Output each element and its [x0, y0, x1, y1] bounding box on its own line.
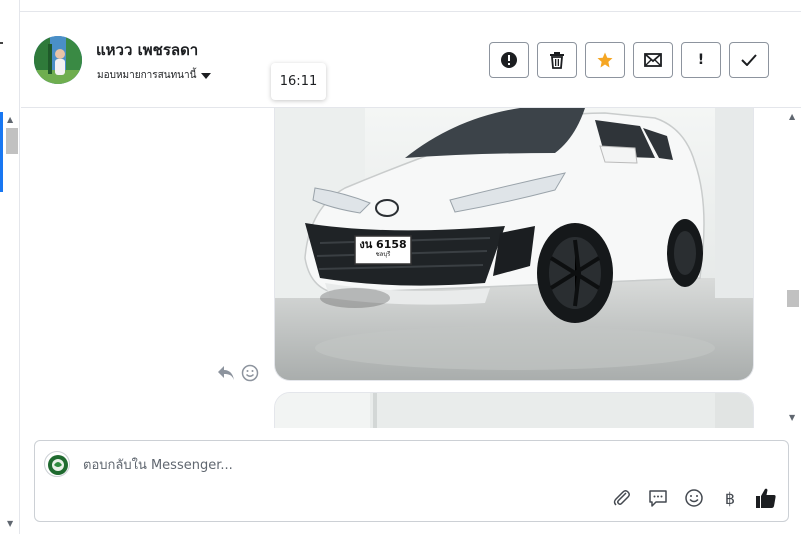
assign-label: มอบหมายการสนทนานี้	[97, 70, 197, 81]
caret-down-icon	[201, 72, 212, 79]
message-photo-car[interactable]: งน 6158 ชลบุรี	[274, 108, 754, 381]
exclamation-circle-icon	[501, 52, 517, 68]
emoji-button[interactable]	[683, 487, 705, 509]
message-hover-actions	[217, 364, 259, 382]
avatar-photo	[34, 36, 82, 84]
thread-scroll-down-icon[interactable]: ▼	[789, 413, 795, 422]
assign-conversation-dropdown[interactable]: มอบหมายการสนทนานี้	[97, 68, 212, 83]
page-avatar	[44, 451, 70, 477]
trash-icon	[550, 52, 564, 69]
thread-scroll-up-icon[interactable]: ▲	[789, 112, 795, 121]
paperclip-icon	[613, 490, 630, 506]
mark-unread-button[interactable]	[633, 42, 673, 78]
baht-icon: ฿	[724, 488, 736, 508]
payment-button[interactable]: ฿	[719, 487, 741, 509]
chat-bubble-icon	[649, 490, 667, 507]
left-panel-scrollbar[interactable]: ▲ ▼	[0, 0, 20, 534]
page-logo-icon	[48, 455, 68, 475]
plate-province: ชลบุรี	[375, 251, 391, 258]
follow-up-label: !	[697, 52, 705, 68]
mark-done-button[interactable]	[729, 42, 769, 78]
plate-number: งน 6158	[359, 238, 407, 251]
panel-edge-marker	[0, 42, 3, 44]
star-icon	[597, 52, 613, 68]
check-icon	[741, 54, 757, 66]
thread-scrollbar-thumb[interactable]	[787, 290, 799, 307]
tooltip-time: 16:11	[279, 74, 318, 89]
delete-button[interactable]	[537, 42, 577, 78]
composer-tools: ฿	[611, 487, 777, 509]
scroll-up-arrow-icon[interactable]: ▲	[7, 115, 13, 124]
inbox-conversation-view: ▲ ▼ แหวว เพชรลดา มอบหมายการสนทนานี้ 16:1…	[0, 0, 801, 534]
envelope-icon	[644, 53, 662, 67]
saved-replies-button[interactable]	[647, 487, 669, 509]
attach-file-button[interactable]	[611, 487, 633, 509]
contact-name[interactable]: แหวว เพชรลดา	[96, 38, 198, 62]
reply-icon[interactable]	[217, 365, 235, 381]
like-button[interactable]	[755, 487, 777, 509]
contact-avatar[interactable]	[34, 36, 82, 84]
message-photo-next[interactable]	[274, 392, 754, 428]
scroll-down-arrow-icon[interactable]: ▼	[7, 519, 13, 528]
time-tooltip: 16:11	[271, 63, 326, 100]
emoji-icon	[685, 489, 703, 507]
next-photo-preview	[275, 393, 753, 428]
selected-conversation-indicator	[0, 112, 3, 192]
thread-scrollbar[interactable]: ▲ ▼	[785, 108, 801, 428]
react-emoji-icon[interactable]	[241, 364, 259, 382]
thumbs-up-icon	[756, 488, 776, 508]
license-plate-text: งน 6158 ชลบุรี	[355, 236, 411, 264]
reply-composer: ฿	[34, 440, 789, 522]
reply-input[interactable]	[83, 453, 683, 477]
follow-up-button[interactable]: !	[681, 42, 721, 78]
star-button[interactable]	[585, 42, 625, 78]
car-photo	[275, 108, 753, 380]
message-thread[interactable]: งน 6158 ชลบุรี	[21, 108, 785, 428]
conversation-actions: !	[489, 42, 769, 78]
mark-spam-button[interactable]	[489, 42, 529, 78]
scrollbar-thumb[interactable]	[6, 128, 18, 154]
